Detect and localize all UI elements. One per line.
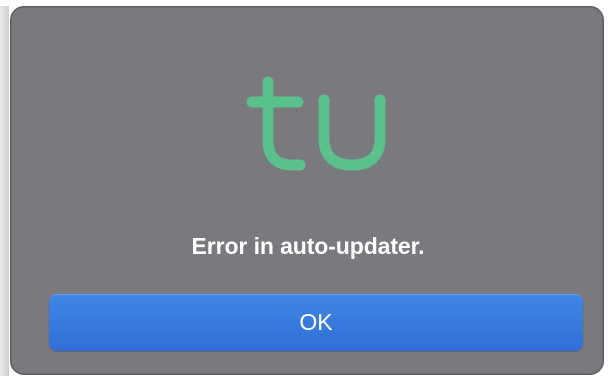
error-message: Error in auto-updater. <box>191 233 425 259</box>
background-window-edge <box>0 6 9 376</box>
tu-logo-icon <box>246 76 386 171</box>
ok-button[interactable]: OK <box>49 294 583 351</box>
alert-dialog: Error in auto-updater. OK <box>10 6 604 375</box>
